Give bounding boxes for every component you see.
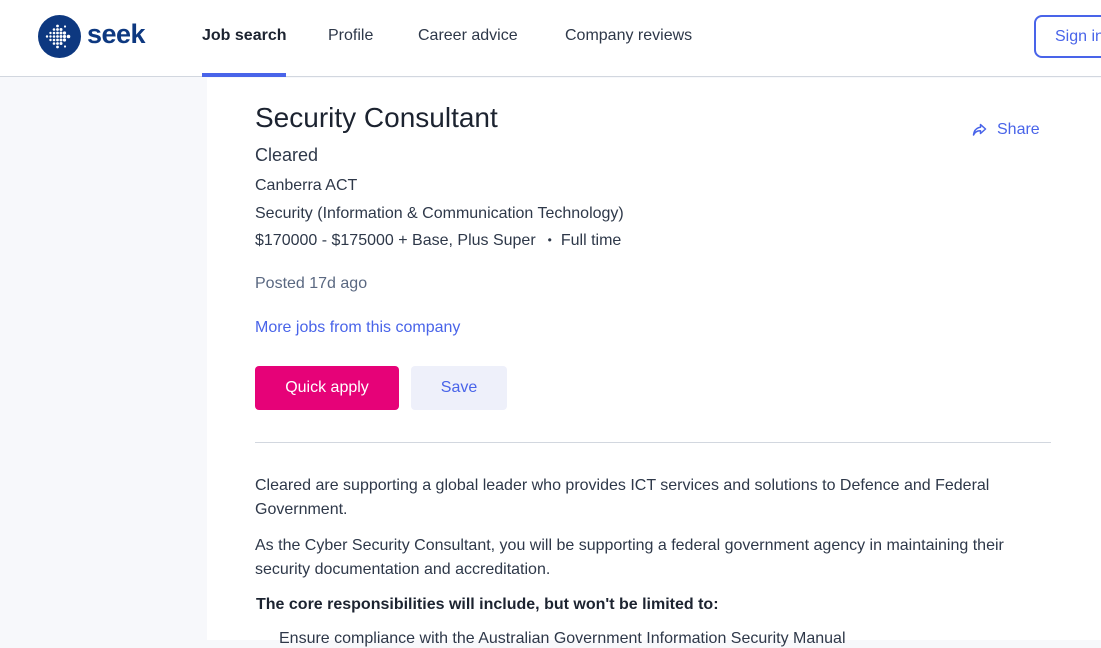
nav-profile[interactable]: Profile [328,0,373,77]
job-title: Security Consultant [255,102,498,133]
save-button[interactable]: Save [411,366,507,410]
job-salary: $170000 - $175000 + Base, Plus Super [255,232,536,249]
share-label: Share [997,121,1040,138]
responsibilities-heading: The core responsibilities will include, … [256,596,719,613]
share-button[interactable]: Share [972,121,1040,139]
sign-in-button[interactable]: Sign in [1034,15,1101,58]
description-paragraph-1: Cleared are supporting a global leader w… [255,477,990,518]
job-location: Canberra ACT [255,177,358,194]
nav-job-search[interactable]: Job search [202,0,287,77]
logo-text: seek [87,19,146,49]
site-header: seek Job search Profile Career advice Co… [0,0,1101,77]
posted-date: Posted 17d ago [255,275,368,292]
job-classification: Security (Information & Communication Te… [255,205,624,222]
section-divider [255,442,1051,443]
quick-apply-button[interactable]: Quick apply [255,366,399,410]
more-jobs-link[interactable]: More jobs from this company [255,319,460,337]
company-name: Cleared [255,145,319,165]
share-icon [972,123,987,136]
description-paragraph-2: As the Cyber Security Consultant, you wi… [255,537,1004,578]
job-work-type: Full time [560,232,622,249]
nav-company-reviews[interactable]: Company reviews [565,0,692,77]
responsibility-item: Ensure compliance with the Australian Go… [279,630,846,647]
meta-separator: • [547,233,552,247]
nav-career-advice[interactable]: Career advice [418,0,518,77]
seek-logo-icon [38,15,81,58]
job-salary-row: $170000 - $175000 + Base, Plus Super • Ful… [255,232,621,250]
seek-logo[interactable]: seek [38,15,146,58]
